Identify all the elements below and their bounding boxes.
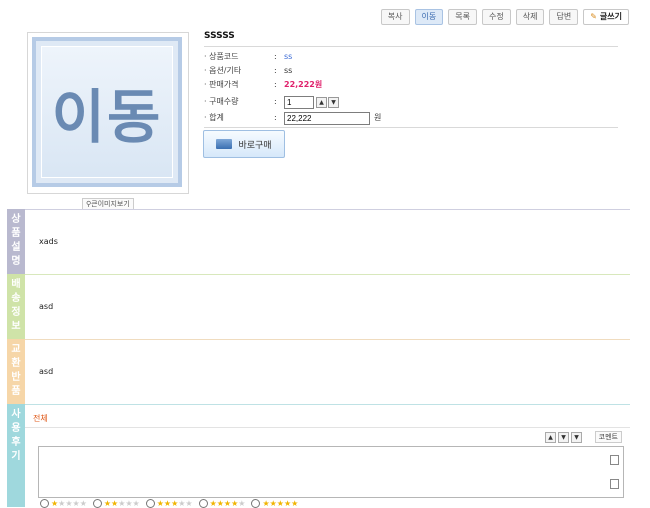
product-image[interactable]: 이동 (32, 37, 182, 187)
option-value: ss (284, 66, 293, 75)
total-label: · 합계 (204, 113, 224, 122)
option-label: · 옵션/기타 (204, 66, 242, 75)
top-toolbar: 복사 이동 목록 수정 삭제 답변 ✎ 글쓰기 (380, 9, 629, 25)
edit-button[interactable]: 수정 (482, 9, 511, 25)
section-reviews: 사용후기 전체 ▲ ▼ ▼ 코멘트 ★★★★★ ★★★★★ ★★★★★ ★★★★★ ★★… (7, 404, 630, 508)
info-divider-bottom (204, 127, 618, 128)
qty-down-arrow-icon[interactable]: ▼ (328, 97, 339, 108)
write-button[interactable]: ✎ 글쓰기 (583, 9, 629, 25)
qty-label: · 구매수량 (204, 97, 239, 106)
product-image-text: 이동 (51, 83, 163, 151)
row-total: · 합계 : 원 (204, 112, 382, 125)
zoom-label: 큰이미지보기 (91, 200, 130, 208)
scroll-up-box[interactable] (610, 455, 619, 465)
review-filter-all[interactable]: 전체 (33, 413, 48, 424)
tab-shipping[interactable]: 배송정보 (7, 274, 25, 339)
buy-now-label: 바로구매 (238, 140, 272, 151)
total-input (284, 112, 370, 125)
textarea-resize-controls: ▲ ▼ ▼ (545, 432, 582, 443)
qty-up-arrow-icon[interactable]: ▲ (316, 97, 327, 108)
section-description: 상품설명 xads (7, 209, 630, 274)
row-quantity: · 구매수량 : ▲ ▼ (204, 96, 339, 109)
product-name: SSSSS (204, 31, 235, 41)
comment-button[interactable]: 코멘트 (594, 431, 622, 443)
section-shipping: 배송정보 asd (7, 274, 630, 339)
buy-now-button[interactable]: 바로구매 (203, 130, 285, 158)
quantity-input[interactable] (284, 96, 314, 109)
exchange-text: asd (39, 367, 54, 376)
code-label: · 상품코드 (204, 52, 239, 61)
tab-description[interactable]: 상품설명 (7, 209, 25, 274)
tab-exchange[interactable]: 교환반품 (7, 339, 25, 404)
product-image-frame: 이동 (27, 32, 189, 194)
arrow-expand-icon[interactable]: ▼ (571, 432, 582, 443)
scroll-down-box[interactable] (610, 479, 619, 489)
shipping-text: asd (39, 302, 54, 311)
price-value: 22,222원 (284, 80, 323, 89)
description-text: xads (39, 237, 58, 246)
list-button[interactable]: 목록 (448, 9, 477, 25)
write-label: 글쓰기 (599, 12, 622, 21)
delete-button[interactable]: 삭제 (515, 9, 545, 25)
won-unit: 원 (374, 113, 382, 122)
arrow-down-icon[interactable]: ▼ (558, 432, 569, 443)
arrow-up-icon[interactable]: ▲ (545, 432, 556, 443)
price-label: · 판매가격 (204, 80, 239, 89)
row-price: · 판매가격 : 22,222원 (204, 80, 323, 89)
code-value: ss (284, 52, 293, 61)
cart-icon (216, 139, 233, 149)
row-option: · 옵션/기타 : ss (204, 66, 293, 75)
section-exchange: 교환반품 asd (7, 339, 630, 404)
pencil-icon: ✎ (590, 12, 597, 21)
info-divider-top (204, 46, 618, 47)
row-product-code: · 상품코드 : ss (204, 52, 293, 61)
copy-button[interactable]: 복사 (380, 9, 410, 25)
tab-reviews[interactable]: 사용후기 (7, 404, 25, 507)
reply-button[interactable]: 답변 (549, 9, 579, 25)
review-textarea[interactable] (38, 446, 624, 498)
move-button[interactable]: 이동 (414, 9, 444, 25)
